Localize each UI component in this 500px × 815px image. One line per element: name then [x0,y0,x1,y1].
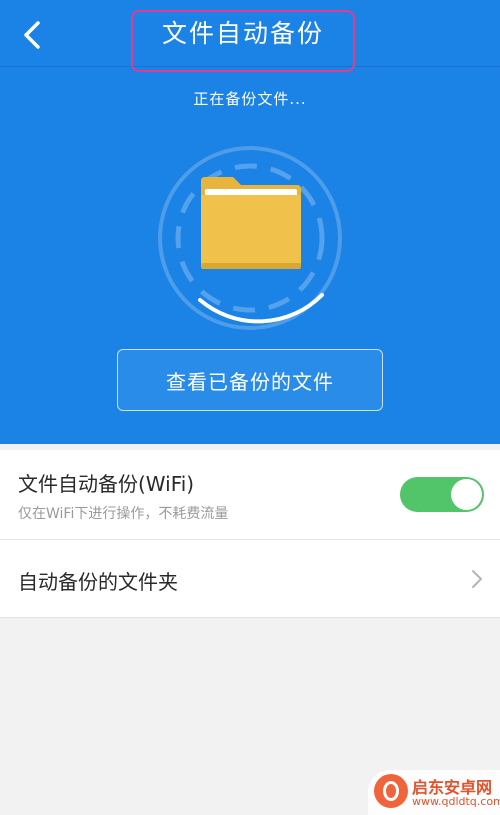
header-panel: 文件自动备份 正在备份文件... 查看已备份的文件 [0,0,500,444]
watermark-logo-icon [374,774,408,808]
site-watermark: 启东安卓网 www.qdldtq.com [368,770,500,815]
view-backed-up-files-button[interactable]: 查看已备份的文件 [117,349,383,411]
toggle-knob [451,479,482,510]
backup-folder-row[interactable]: 自动备份的文件夹 [0,540,500,618]
backup-folder-title: 自动备份的文件夹 [18,570,178,594]
page-title: 文件自动备份 [161,19,324,48]
wifi-backup-title: 文件自动备份(WiFi) [18,472,195,496]
chevron-right-icon [472,570,482,588]
folder-icon [201,177,301,269]
chevron-left-icon [24,21,40,49]
top-bar: 文件自动备份 [0,0,500,72]
watermark-url: www.qdldtq.com [412,795,500,808]
wifi-backup-subtitle: 仅在WiFi下进行操作，不耗费流量 [18,506,229,522]
backup-status-text: 正在备份文件... [193,90,307,108]
wifi-backup-toggle[interactable] [400,477,484,512]
back-button[interactable] [10,13,54,57]
